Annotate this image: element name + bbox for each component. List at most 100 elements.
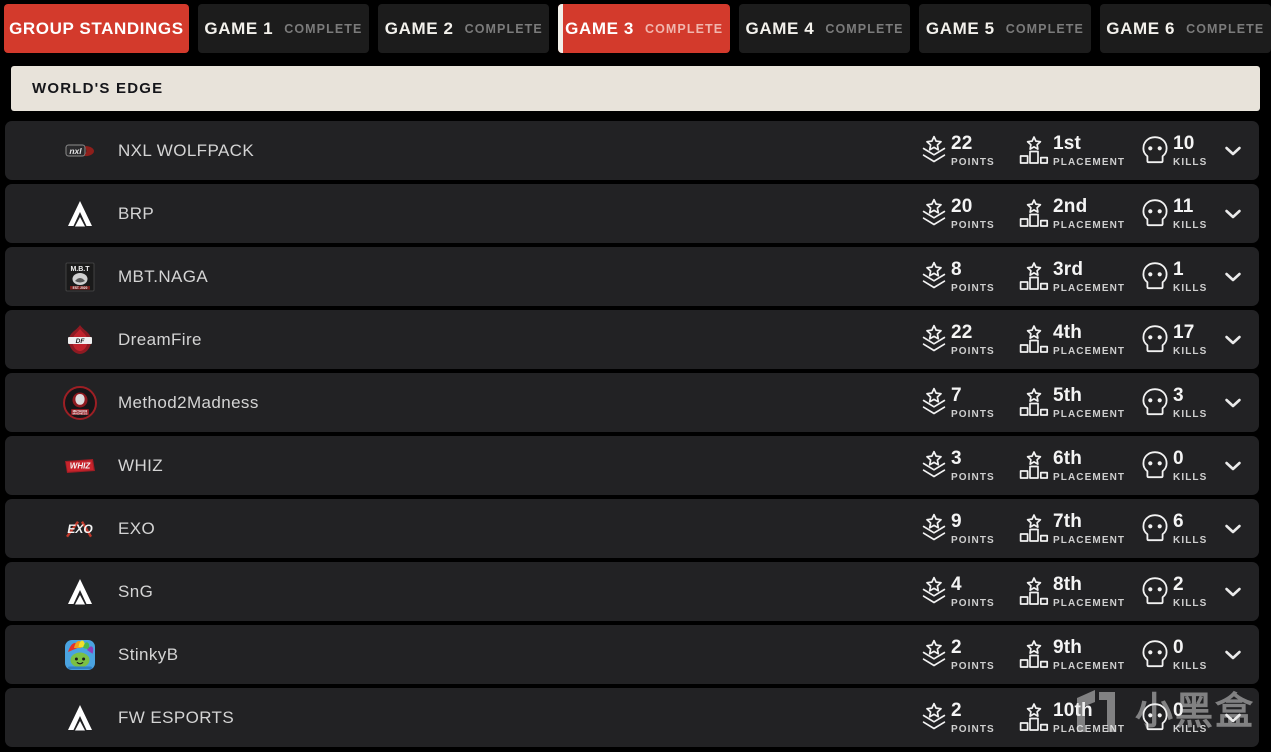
podium-icon bbox=[1019, 450, 1049, 480]
stat-value-points: 22 bbox=[951, 321, 973, 343]
table-row[interactable]: M.B.T EST. 2020 MBT.NAGA 8 POINTS 3rd PLAC… bbox=[5, 247, 1259, 306]
podium-icon bbox=[1019, 387, 1049, 417]
stat-value-points: 8 bbox=[951, 258, 962, 280]
stat-placement: 5th PLACEMENT bbox=[1019, 386, 1141, 420]
chevron-down-icon[interactable] bbox=[1215, 397, 1251, 409]
tab-game-6[interactable]: GAME 6 COMPLETE bbox=[1099, 4, 1271, 53]
stat-value-points: 20 bbox=[951, 195, 973, 217]
stat-value-points: 7 bbox=[951, 384, 962, 406]
team-identity: M.B.T EST. 2020 MBT.NAGA bbox=[5, 260, 921, 294]
stat-label-points: POINTS bbox=[951, 282, 995, 294]
tab-game-3[interactable]: GAME 3 COMPLETE bbox=[558, 4, 730, 53]
stat-label-kills: KILLS bbox=[1173, 156, 1208, 168]
team-name: SnG bbox=[118, 581, 154, 601]
stat-placement: 9th PLACEMENT bbox=[1019, 638, 1141, 672]
stat-points: 9 POINTS bbox=[921, 512, 1019, 546]
chevron-down-icon[interactable] bbox=[1215, 649, 1251, 661]
tab-game-2[interactable]: GAME 2 COMPLETE bbox=[378, 4, 550, 53]
tab-status: COMPLETE bbox=[1005, 21, 1084, 36]
stat-label-kills: KILLS bbox=[1173, 597, 1208, 609]
game-tab-bar: GROUP STANDINGS GAME 1 COMPLETE GAME 2 COMPL… bbox=[0, 0, 1271, 53]
table-row[interactable]: SnG 4 POINTS 8th PLACEMENT 2 KILLS bbox=[5, 562, 1259, 621]
stat-text: 10th PLACEMENT bbox=[1053, 701, 1125, 735]
svg-text:EXO: EXO bbox=[67, 522, 93, 536]
team-logo-icon: M.B.T EST. 2020 bbox=[63, 260, 97, 294]
stat-label-kills: KILLS bbox=[1173, 723, 1208, 735]
stat-value-points: 22 bbox=[951, 132, 973, 154]
table-row[interactable]: StinkyB 2 POINTS 9th PLACEMENT 0 KILLS bbox=[5, 625, 1259, 684]
svg-text:DF: DF bbox=[76, 337, 86, 344]
rank-badge-icon bbox=[921, 261, 947, 291]
stat-text: 22 POINTS bbox=[951, 323, 995, 357]
svg-text:EST. 2020: EST. 2020 bbox=[73, 285, 88, 289]
stat-label-placement: PLACEMENT bbox=[1053, 219, 1126, 231]
stat-value-kills: 6 bbox=[1173, 510, 1184, 532]
tab-game-4[interactable]: GAME 4 COMPLETE bbox=[738, 4, 911, 53]
stat-placement: 10th PLACEMENT bbox=[1019, 701, 1141, 735]
team-logo-apex bbox=[68, 578, 92, 604]
stat-text: 7th PLACEMENT bbox=[1053, 512, 1125, 546]
stat-label-points: POINTS bbox=[951, 660, 995, 672]
map-title: WORLD'S EDGE bbox=[32, 80, 164, 97]
skull-icon bbox=[1141, 198, 1169, 228]
stat-value-kills: 0 bbox=[1173, 447, 1184, 469]
tab-status: COMPLETE bbox=[1186, 21, 1265, 36]
stat-label-placement: PLACEMENT bbox=[1053, 660, 1126, 672]
team-logo-icon: DF bbox=[63, 323, 97, 357]
stat-label-placement: PLACEMENT bbox=[1053, 471, 1126, 483]
stat-value-placement: 1st bbox=[1053, 132, 1082, 154]
table-row[interactable]: METHOD2 MADNESS Method2Madness 7 POINTS 5… bbox=[5, 373, 1259, 432]
table-row[interactable]: BRP 20 POINTS 2nd PLACEMENT 11 KILLS bbox=[5, 184, 1259, 243]
stat-text: 6th PLACEMENT bbox=[1053, 449, 1125, 483]
chevron-down-icon[interactable] bbox=[1215, 523, 1251, 535]
table-row[interactable]: FW ESPORTS 2 POINTS 10th PLACEMENT 0 KILLS bbox=[5, 688, 1259, 747]
tab-game-5[interactable]: GAME 5 COMPLETE bbox=[919, 4, 1091, 53]
stat-text: 2nd PLACEMENT bbox=[1053, 197, 1125, 231]
stat-text: 0 KILLS bbox=[1173, 449, 1207, 483]
skull-icon bbox=[1141, 261, 1169, 291]
tab-game-1[interactable]: GAME 1 COMPLETE bbox=[197, 4, 370, 53]
stat-value-placement: 5th bbox=[1053, 384, 1083, 406]
stat-text: 6 KILLS bbox=[1173, 512, 1207, 546]
team-standings-list: nxl NXL WOLFPACK 22 POINTS 1st PLACEMENT 1… bbox=[0, 121, 1271, 747]
chevron-down-icon[interactable] bbox=[1215, 586, 1251, 598]
chevron-down-icon[interactable] bbox=[1215, 712, 1251, 724]
chevron-down-icon[interactable] bbox=[1215, 334, 1251, 346]
podium-icon bbox=[1019, 513, 1049, 543]
table-row[interactable]: DF DreamFire 22 POINTS 4th PLACEMENT 17 KIL… bbox=[5, 310, 1259, 369]
team-stats: 9 POINTS 7th PLACEMENT 6 KILLS bbox=[921, 512, 1259, 546]
team-name: Method2Madness bbox=[118, 392, 259, 412]
stat-text: 4th PLACEMENT bbox=[1053, 323, 1125, 357]
stat-text: 17 KILLS bbox=[1173, 323, 1207, 357]
stat-value-kills: 11 bbox=[1173, 195, 1194, 217]
stat-points: 2 POINTS bbox=[921, 638, 1019, 672]
team-identity: FW ESPORTS bbox=[5, 701, 921, 735]
team-logo-mbt: M.B.T EST. 2020 bbox=[65, 262, 95, 291]
table-row[interactable]: nxl NXL WOLFPACK 22 POINTS 1st PLACEMENT 1… bbox=[5, 121, 1259, 180]
stat-text: 22 POINTS bbox=[951, 134, 995, 168]
table-row[interactable]: EXO EXO 9 POINTS 7th PLACEMENT 6 KILLS bbox=[5, 499, 1259, 558]
team-identity: nxl NXL WOLFPACK bbox=[5, 134, 921, 168]
stat-text: 4 POINTS bbox=[951, 575, 995, 609]
stat-placement: 3rd PLACEMENT bbox=[1019, 260, 1141, 294]
team-logo-icon bbox=[63, 197, 97, 231]
team-stats: 2 POINTS 9th PLACEMENT 0 KILLS bbox=[921, 638, 1259, 672]
stat-kills: 10 KILLS bbox=[1141, 134, 1215, 168]
stat-value-points: 9 bbox=[951, 510, 962, 532]
chevron-down-icon[interactable] bbox=[1215, 271, 1251, 283]
chevron-down-icon[interactable] bbox=[1215, 208, 1251, 220]
stat-label-placement: PLACEMENT bbox=[1053, 408, 1126, 420]
stat-text: 1 KILLS bbox=[1173, 260, 1207, 294]
table-row[interactable]: WHIZ WHIZ 3 POINTS 6th PLACEMENT 0 KILLS bbox=[5, 436, 1259, 495]
stat-value-kills: 3 bbox=[1173, 384, 1184, 406]
chevron-down-icon[interactable] bbox=[1215, 145, 1251, 157]
stat-label-placement: PLACEMENT bbox=[1053, 282, 1126, 294]
stat-label-points: POINTS bbox=[951, 156, 995, 168]
team-name: EXO bbox=[118, 518, 156, 538]
chevron-down-icon[interactable] bbox=[1215, 460, 1251, 472]
stat-value-kills: 17 bbox=[1173, 321, 1195, 343]
tab-group-standings[interactable]: GROUP STANDINGS bbox=[4, 4, 189, 53]
stat-kills: 1 KILLS bbox=[1141, 260, 1215, 294]
svg-text:M.B.T: M.B.T bbox=[70, 266, 90, 273]
stat-label-placement: PLACEMENT bbox=[1053, 723, 1126, 735]
